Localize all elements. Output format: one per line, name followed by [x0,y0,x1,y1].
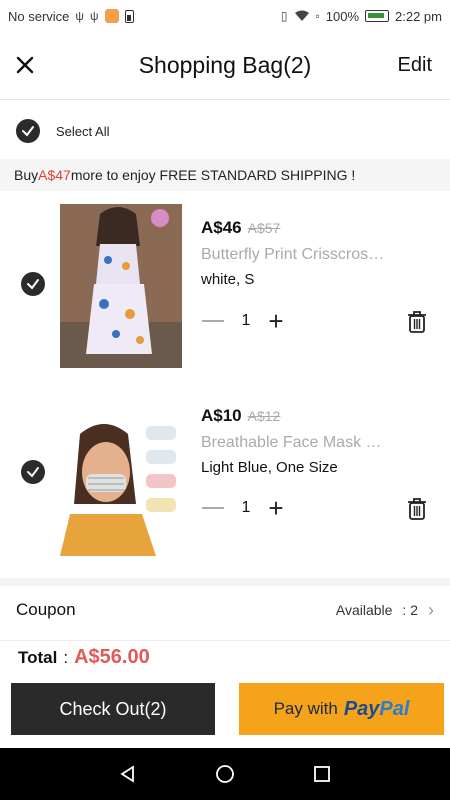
check-icon [22,126,34,137]
item-info: A$10 A$12 Breathable Face Mask With Clea… [201,406,391,476]
trash-icon [408,498,426,520]
item-original-price: A$57 [247,220,281,236]
check-icon [27,279,39,290]
coupon-label: Coupon [16,600,76,619]
page-title: Shopping Bag(2) [138,52,312,78]
coupon-available-label: Available [335,602,393,618]
total-separator: : [63,647,69,667]
item-original-price: A$12 [247,408,281,424]
coupon-row[interactable]: Coupon Available : 2 › [0,578,450,634]
product-image[interactable] [60,414,182,556]
paypal-button[interactable]: Pay with PayPal [239,683,444,735]
notification-icon [104,9,119,23]
coupon-count: : 2 [402,602,418,618]
increase-quantity-button[interactable]: + [261,493,291,523]
product-image[interactable] [60,204,182,368]
back-icon [120,765,135,783]
usb-icon: ψ [75,9,84,23]
item-checkbox[interactable] [21,272,45,296]
free-shipping-banner: Buy A$47 more to enjoy FREE STANDARD SHI… [0,159,450,191]
paypal-logo-pal: Pal [379,697,410,720]
edit-button[interactable]: Edit [398,54,432,77]
checkout-button[interactable]: Check Out(2) [11,683,215,735]
paypal-logo: PayPal [344,698,410,721]
banner-suffix: more to enjoy FREE STANDARD SHIPPING ! [70,167,356,183]
price-row: A$46 A$57 [201,218,373,238]
cart-item: A$46 A$57 Butterfly Print Crisscross Top… [0,200,450,380]
plus-icon: + [268,493,284,523]
decrease-quantity-button[interactable] [201,309,231,333]
item-checkbox[interactable] [21,460,45,484]
carrier-label: No service [8,8,70,24]
quantity-stepper: 1 + [201,306,291,336]
quantity-value: 1 [241,312,251,329]
item-variant[interactable]: Light Blue, One Size [201,459,373,476]
recents-button[interactable] [311,763,333,785]
trash-icon [408,311,426,333]
total-label: Total [18,647,58,667]
home-button[interactable] [214,763,236,785]
check-icon [27,467,39,478]
item-price: A$10 [201,406,242,425]
header-bar: Shopping Bag(2) Edit [0,32,450,100]
item-info: A$46 A$57 Butterfly Print Crisscross Top… [201,218,391,288]
item-price: A$46 [201,218,242,237]
home-icon [216,765,234,783]
item-name[interactable]: Breathable Face Mask With Clear Window [201,434,391,452]
wifi-icon [294,10,310,22]
recents-icon [313,766,330,782]
clock: 2:22 pm [395,8,442,24]
banner-prefix: Buy [14,167,39,183]
order-total: Total : A$56.00 [0,640,450,674]
decrease-quantity-button[interactable] [201,496,231,520]
price-row: A$10 A$12 [201,406,373,426]
cart-item: A$10 A$12 Breathable Face Mask With Clea… [0,388,450,568]
select-all-checkbox[interactable] [16,119,40,143]
select-all-label: Select All [56,123,110,139]
product-photo-face-mask [60,414,182,556]
coupon-availability: Available : 2 › [336,600,434,621]
paypal-logo-pay: Pay [343,697,380,720]
minus-icon [202,320,224,322]
battery-percent: 100% [325,8,360,24]
status-bar-right: ▯ ▫ 100% 2:22 pm [281,9,442,24]
item-variant[interactable]: white, S [201,271,373,288]
battery-icon [365,10,390,22]
system-navigation-bar [0,748,450,800]
quantity-stepper: 1 + [201,493,291,523]
increase-quantity-button[interactable]: + [261,306,291,336]
usb-icon-2: ψ [89,9,99,23]
delete-item-button[interactable] [405,496,429,522]
chevron-right-icon: › [428,599,434,620]
status-bar: No service ψ ψ ▯ ▫ 100% 2:22 pm [0,0,450,32]
plus-icon: + [268,306,284,336]
paypal-prefix: Pay with [273,699,338,718]
banner-amount: A$47 [38,167,71,183]
minus-icon [202,507,224,509]
item-name[interactable]: Butterfly Print Crisscross Top & Pants S… [201,246,391,264]
select-all-row[interactable]: Select All [0,110,450,152]
back-button[interactable] [117,763,139,785]
vibrate-icon: ▯ [280,9,288,23]
battery-saver-icon [124,9,134,23]
product-photo-outfit [60,204,182,368]
delete-item-button[interactable] [405,309,429,335]
quantity-value: 1 [241,499,251,516]
total-value: A$56.00 [74,646,150,668]
sim-icon: ▫ [315,9,320,23]
status-bar-left: No service ψ ψ [8,9,134,24]
